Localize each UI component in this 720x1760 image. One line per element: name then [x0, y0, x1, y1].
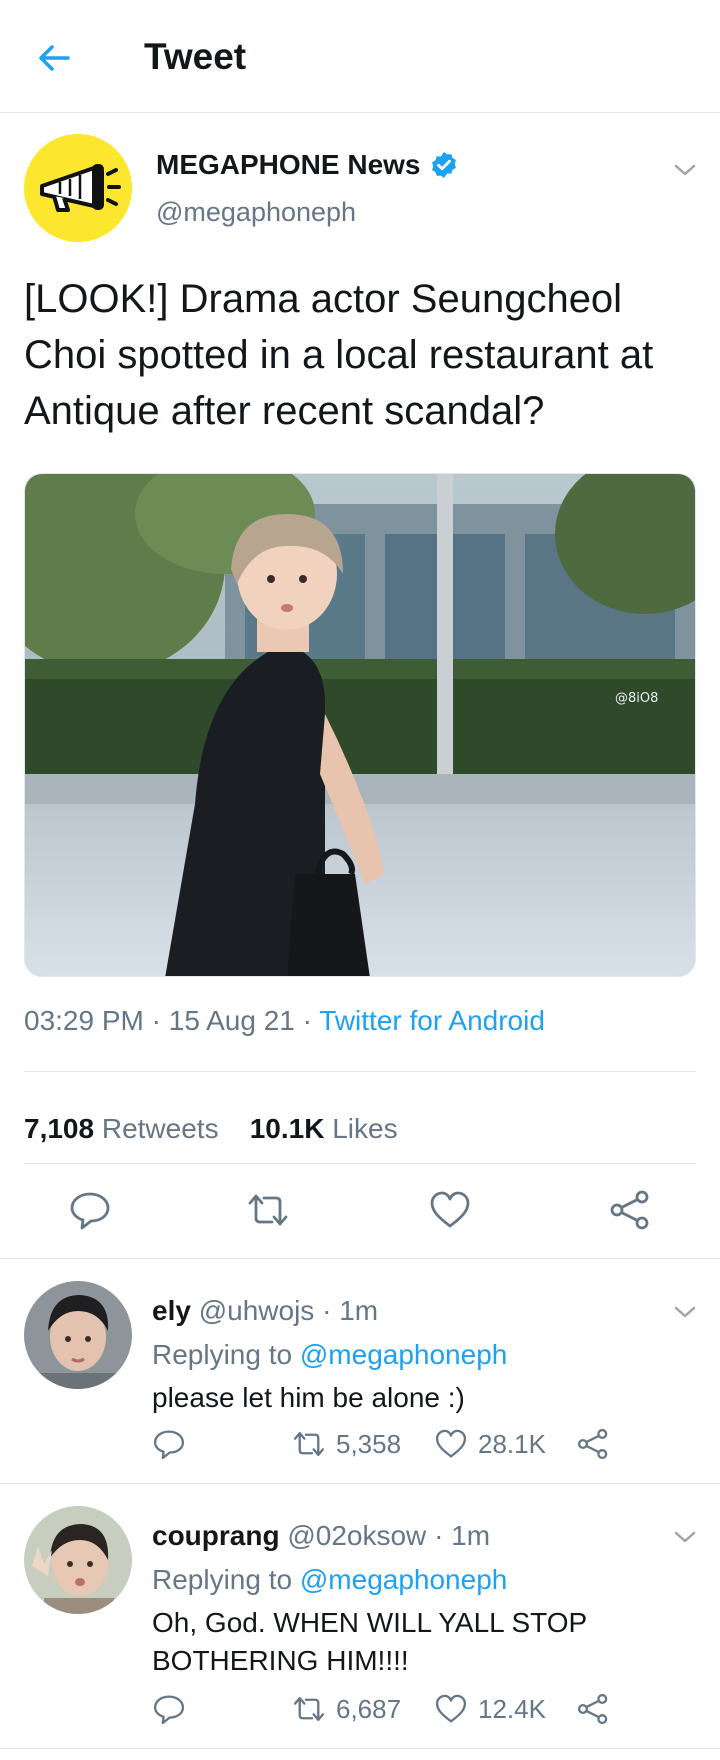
reply-icon — [153, 1430, 185, 1460]
arrow-left-icon — [39, 45, 70, 71]
share-button[interactable] — [576, 1427, 610, 1461]
share-button[interactable] — [576, 1692, 610, 1726]
reply-text: please let him be alone :) — [152, 1382, 465, 1413]
replying-to-link[interactable]: @megaphoneph — [300, 1339, 507, 1370]
reply-icon — [70, 1192, 110, 1230]
reply-author-handle[interactable]: @02oksow — [287, 1520, 426, 1551]
retweet-count: 5,358 — [336, 1428, 402, 1459]
top-bar: Tweet — [0, 0, 720, 113]
share-icon — [577, 1428, 608, 1460]
reply-header: ely @uhwojs · 1m — [152, 1295, 379, 1326]
chevron-down-icon — [674, 1531, 696, 1543]
divider — [0, 1748, 720, 1749]
share-icon — [610, 1190, 649, 1230]
retweet-icon — [293, 1697, 325, 1721]
tweet-menu-button[interactable] — [670, 155, 700, 185]
reply-button[interactable] — [68, 1188, 112, 1232]
divider — [24, 1071, 696, 1072]
like-button[interactable]: 12.4K — [434, 1692, 546, 1726]
avatar[interactable] — [24, 1281, 132, 1389]
avatar-photo — [24, 1506, 132, 1614]
reply-actions: 6,687 12.4K — [152, 1692, 712, 1732]
reply-menu-button[interactable] — [670, 1297, 700, 1327]
divider — [24, 1163, 696, 1164]
reply-author-name[interactable]: ely — [152, 1295, 191, 1326]
like-count: 12.4K — [478, 1693, 546, 1724]
photo-watermark: @8iO8 — [615, 691, 658, 706]
reply-button[interactable] — [152, 1427, 186, 1461]
reply-item[interactable]: couprang @02oksow · 1m Replying to @mega… — [0, 1484, 720, 1744]
megaphone-logo-icon — [24, 134, 132, 242]
chevron-down-icon — [674, 164, 696, 176]
back-button[interactable] — [34, 38, 74, 78]
reply-text: Oh, God. WHEN WILL YALL STOP BOTHERING H… — [152, 1607, 587, 1676]
retweet-button[interactable]: 5,358 — [292, 1427, 401, 1461]
tweet-meta: 03:29 PM · 15 Aug 21 · Twitter for Andro… — [24, 1005, 545, 1036]
like-count: 28.1K — [478, 1428, 546, 1459]
tweet-stats: 7,108 Retweets 10.1K Likes — [24, 1113, 398, 1145]
reply-button[interactable] — [152, 1692, 186, 1726]
heart-icon — [435, 1429, 467, 1458]
avatar[interactable] — [24, 134, 132, 242]
replying-to-link[interactable]: @megaphoneph — [300, 1564, 507, 1595]
replying-to: Replying to @megaphoneph — [152, 1339, 508, 1370]
replying-to: Replying to @megaphoneph — [152, 1564, 508, 1595]
tweet-text: [LOOK!] Drama actor Seungcheol Choi spot… — [24, 277, 654, 433]
retweets-stat[interactable]: 7,108 Retweets — [24, 1113, 219, 1144]
reply-actions: 5,358 28.1K — [152, 1427, 712, 1467]
verified-badge-icon — [431, 152, 456, 178]
avatar[interactable] — [24, 1506, 132, 1614]
retweet-count: 6,687 — [336, 1693, 402, 1724]
reply-time: 1m — [339, 1295, 379, 1326]
heart-icon — [430, 1191, 470, 1228]
tweet-photo[interactable]: @8iO8 — [24, 473, 696, 977]
likes-stat[interactable]: 10.1K Likes — [250, 1113, 398, 1144]
author-name[interactable]: MEGAPHONE News — [156, 149, 459, 181]
photo-image: @8iO8 — [25, 474, 695, 976]
reply-author-name[interactable]: couprang — [152, 1520, 280, 1551]
share-button[interactable] — [608, 1188, 652, 1232]
avatar-photo — [24, 1281, 132, 1389]
tweet-time: 03:29 PM — [24, 1005, 144, 1036]
heart-icon — [435, 1694, 467, 1723]
like-button[interactable]: 28.1K — [434, 1427, 546, 1461]
author-handle[interactable]: @megaphoneph — [156, 197, 356, 228]
reply-header: couprang @02oksow · 1m — [152, 1520, 491, 1551]
page-title: Tweet — [144, 36, 247, 77]
tweet-actions — [0, 1188, 720, 1258]
reply-item[interactable]: ely @uhwojs · 1m Replying to @megaphonep… — [0, 1259, 720, 1483]
retweet-button[interactable]: 6,687 — [292, 1692, 401, 1726]
share-icon — [577, 1693, 608, 1725]
tweet-source-link[interactable]: Twitter for Android — [319, 1005, 545, 1036]
retweet-button[interactable] — [246, 1188, 290, 1232]
chevron-down-icon — [674, 1306, 696, 1318]
retweet-icon — [248, 1194, 288, 1226]
reply-menu-button[interactable] — [670, 1522, 700, 1552]
reply-time: 1m — [451, 1520, 491, 1551]
reply-author-handle[interactable]: @uhwojs — [199, 1295, 315, 1326]
retweet-icon — [293, 1432, 325, 1456]
tweet-date: 15 Aug 21 — [168, 1005, 295, 1036]
reply-icon — [153, 1695, 185, 1725]
like-button[interactable] — [428, 1188, 472, 1232]
